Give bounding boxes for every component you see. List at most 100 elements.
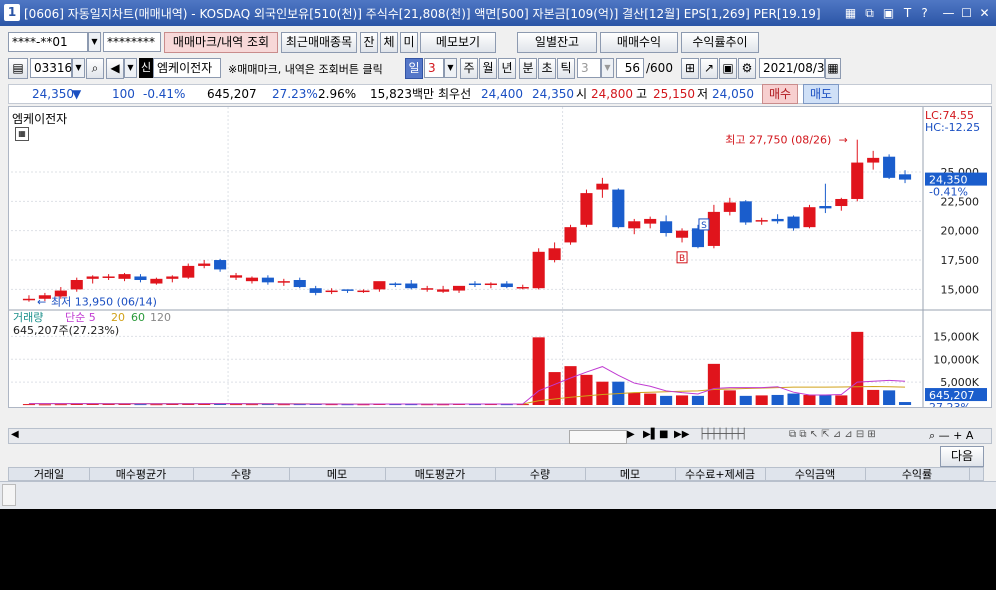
stop-icon[interactable]: ■ xyxy=(659,429,668,440)
maximize-icon[interactable]: ☐ xyxy=(958,5,975,21)
date-field[interactable]: 2021/08/31 xyxy=(759,58,832,78)
volume-bar xyxy=(150,404,163,406)
data-count-max: /600 xyxy=(646,61,673,75)
candle-body xyxy=(357,290,370,293)
zoom-slider[interactable]: ├┼┼┼┼┼┼┤ xyxy=(699,429,747,440)
buy-mark-label: B xyxy=(679,254,685,264)
low-arrow-icon: ← xyxy=(37,296,46,309)
executed-button[interactable]: 체 xyxy=(380,32,398,53)
candle-body xyxy=(150,278,163,284)
daily-balance-button[interactable]: 일별잔고 xyxy=(517,32,597,53)
save-icon[interactable]: ▣ xyxy=(719,58,737,79)
volume-bar xyxy=(755,395,768,405)
minimize-icon[interactable]: — xyxy=(940,5,957,21)
chart-settings-icon[interactable]: ▤ xyxy=(8,58,28,79)
volume-bar xyxy=(245,404,259,406)
recent-trades-button[interactable]: 최근매매종목 xyxy=(281,32,357,53)
unfilled-button[interactable]: 미 xyxy=(400,32,418,53)
candle-body xyxy=(309,288,322,293)
fast-forward-icon[interactable]: ▶▶ xyxy=(674,429,689,440)
period-month-button[interactable]: 월 xyxy=(479,58,497,79)
candle-body xyxy=(437,289,450,292)
speaker-icon[interactable]: ◀ xyxy=(106,58,124,79)
down-arrow-icon: ▼ xyxy=(72,87,82,101)
candle-body xyxy=(851,162,864,199)
period-week-button[interactable]: 주 xyxy=(460,58,478,79)
volume-bar xyxy=(38,404,51,406)
account-field[interactable]: ****-**01 xyxy=(8,32,88,52)
scroll-thumb[interactable] xyxy=(569,430,627,444)
bid-price: 24,350 xyxy=(532,87,574,101)
buy-button[interactable]: 매수 xyxy=(762,84,798,104)
volume-bar xyxy=(644,393,657,405)
volume-bar xyxy=(819,394,832,405)
volume-bar xyxy=(867,389,880,405)
drawing-tools-icon[interactable]: ⧉ ⧉ ↖ ⇱ ⊿ ⊿ ⊟ ⊞ xyxy=(789,429,876,440)
candle-body xyxy=(389,283,402,286)
new-badge: 신 xyxy=(139,58,153,78)
drawing-icon[interactable]: ↗ xyxy=(700,58,718,79)
chevron-down-icon[interactable]: ▼ xyxy=(124,58,137,78)
save-icon[interactable]: ▣ xyxy=(880,5,897,21)
candle-body xyxy=(277,281,290,283)
candle-body xyxy=(771,218,784,222)
period-minute-button[interactable]: 분 xyxy=(519,58,537,79)
scroll-left-icon[interactable]: ◀ xyxy=(11,429,19,440)
close-icon[interactable]: ✕ xyxy=(976,5,993,21)
calendar-icon[interactable]: ▦ xyxy=(825,58,841,79)
indicator-icon[interactable]: ⊞ xyxy=(681,58,699,79)
chevron-down-icon[interactable]: ▼ xyxy=(444,58,457,78)
chevron-down-icon[interactable]: ▼ xyxy=(72,58,85,78)
balance-button[interactable]: 잔 xyxy=(360,32,378,53)
volume-bar xyxy=(723,390,736,405)
chart-scrollbar[interactable]: ◀ ▶ ▶▌ ■ ▶▶ ├┼┼┼┼┼┼┤ ⧉ ⧉ ↖ ⇱ ⊿ ⊿ ⊟ ⊞ ⌕ —… xyxy=(8,428,992,444)
sell-button[interactable]: 매도 xyxy=(803,84,839,104)
period-day-button[interactable]: 일 xyxy=(405,58,423,79)
zoom-icon[interactable]: ⌕ — + A xyxy=(929,429,973,443)
period-count-field[interactable]: 3 xyxy=(424,58,444,78)
password-field[interactable]: ******** xyxy=(103,32,161,52)
vol-tick-label: 10,000K xyxy=(933,353,979,366)
search-icon[interactable]: ⌕ xyxy=(86,58,104,79)
memo-view-button[interactable]: 메모보기 xyxy=(420,32,496,53)
next-icon[interactable]: ▶▌ xyxy=(643,429,658,440)
return-trend-button[interactable]: 수익률추이 xyxy=(681,32,759,53)
trade-table-header: 거래일 매수평균가 수량 메모 매도평균가 수량 메모 수수료+제세금 수익금액… xyxy=(8,467,984,482)
volume-value: 645,207 xyxy=(207,87,257,101)
vol-tick-label: 15,000K xyxy=(933,330,979,343)
stock-name-field[interactable]: 엠케이전자 xyxy=(153,58,221,78)
help-icon[interactable]: ? xyxy=(916,5,933,21)
trade-mark-query-button[interactable]: 매매마크/내역 조회 xyxy=(164,32,278,53)
volume-ratio: 27.23% xyxy=(272,87,318,101)
chevron-down-icon[interactable]: ▼ xyxy=(88,32,101,52)
data-count-field[interactable]: 56 xyxy=(616,58,644,78)
trade-profit-button[interactable]: 매매수익 xyxy=(600,32,678,53)
col-header: 수수료+제세금 xyxy=(675,468,766,482)
y-tick-label: 20,000 xyxy=(941,225,980,238)
play-icon[interactable]: ▶ xyxy=(627,429,635,440)
font-icon[interactable]: T xyxy=(899,5,916,21)
chevron-down-icon[interactable]: ▼ xyxy=(601,58,614,78)
volume-bar xyxy=(739,395,752,405)
grid-icon[interactable]: ▦ xyxy=(842,5,859,21)
turnover-ratio: 2.96% xyxy=(318,87,357,101)
price-chart[interactable]: 15,00017,50020,00022,50025,00015,000K10,… xyxy=(9,107,991,407)
scroll-handle[interactable] xyxy=(2,484,16,506)
period-year-button[interactable]: 년 xyxy=(498,58,516,79)
gear-icon[interactable]: ⚙ xyxy=(738,58,756,79)
tick-count-field[interactable]: 3 xyxy=(577,58,601,78)
window-icon[interactable]: ⧉ xyxy=(861,5,878,21)
volume-bar xyxy=(691,395,705,405)
candle-body xyxy=(182,265,195,278)
period-second-button[interactable]: 초 xyxy=(538,58,556,79)
period-tick-button[interactable]: 틱 xyxy=(557,58,575,79)
candle-body xyxy=(564,227,577,243)
candle-body xyxy=(516,287,529,289)
col-header: 매도평균가 xyxy=(385,468,496,482)
stock-code-field[interactable]: 033160 xyxy=(30,58,80,78)
chart-area[interactable]: 엠케이전자 ▦ LC:74.55 HC:-12.25 15,000 17,500 2… xyxy=(8,106,992,408)
candle-body xyxy=(755,220,768,222)
candle-body xyxy=(468,283,482,286)
next-button[interactable]: 다음 xyxy=(940,446,984,467)
col-header: 수량 xyxy=(193,468,290,482)
